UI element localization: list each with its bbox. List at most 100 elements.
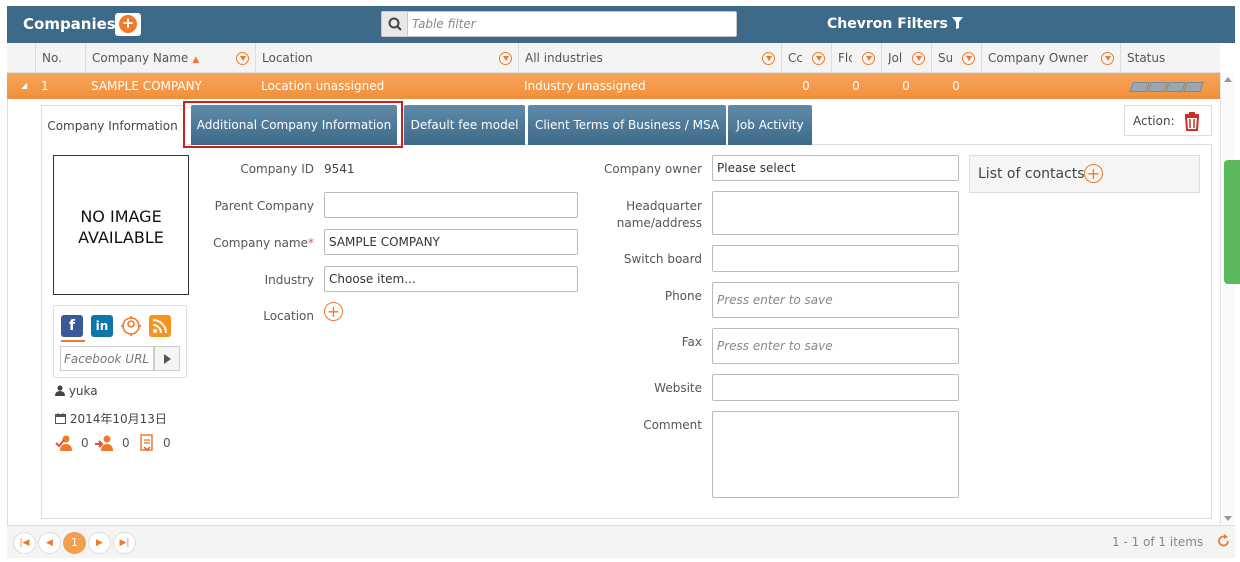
first-page-icon[interactable]: |◀ [13, 532, 36, 554]
row-c4: 0 [952, 79, 960, 93]
filter-icon[interactable] [236, 52, 249, 65]
next-page-icon[interactable]: ▶ [88, 532, 111, 554]
add-contact-icon[interactable]: + [1084, 164, 1103, 183]
column-no[interactable]: No. [35, 43, 85, 73]
created-date: 2014年10月13日 [55, 410, 167, 427]
filter-icon[interactable] [962, 52, 975, 65]
parent-company-input[interactable] [324, 192, 578, 218]
column-location[interactable]: Location [255, 43, 518, 73]
row-location: Location unassigned [261, 79, 385, 93]
company-logo-placeholder[interactable]: NO IMAGE AVAILABLE [53, 155, 189, 295]
calendar-icon [55, 413, 66, 424]
column-c2[interactable]: Flc [831, 43, 881, 73]
candidate-forward-icon[interactable] [95, 434, 115, 452]
table-filter [381, 11, 737, 37]
scroll-up-icon[interactable] [1224, 77, 1232, 82]
row-number: 1 [41, 79, 49, 93]
page-title: Companies [23, 15, 116, 33]
current-page[interactable]: 1 [63, 532, 86, 554]
column-company-owner[interactable]: Company Owner [981, 43, 1120, 73]
company-owner-select[interactable]: Please select [712, 155, 959, 181]
active-social-indicator [61, 340, 85, 342]
candidate-check-icon[interactable] [55, 434, 75, 452]
location-label: Location [263, 309, 314, 323]
required-mark: * [308, 236, 314, 250]
row-c2: 0 [852, 79, 860, 93]
search-icon [388, 17, 402, 31]
created-by: yuka [55, 384, 98, 398]
filter-icon[interactable] [812, 52, 825, 65]
table-row[interactable]: ◢ 1 SAMPLE COMPANY Location unassigned I… [7, 73, 1220, 99]
filter-icon[interactable] [912, 52, 925, 65]
chevron-filters-button[interactable]: Chevron Filters [827, 16, 963, 32]
comment-input[interactable] [712, 411, 959, 498]
document-icon[interactable] [139, 434, 155, 452]
side-panel-tab[interactable] [1224, 160, 1240, 284]
tab-default-fee-model[interactable]: Default fee model [404, 105, 525, 145]
company-name-input[interactable] [324, 229, 578, 255]
submit-url-button[interactable] [154, 346, 180, 371]
column-status[interactable]: Status [1120, 43, 1220, 73]
add-company-button[interactable]: + [115, 13, 141, 36]
tab-client-terms[interactable]: Client Terms of Business / MSA [528, 105, 726, 145]
website-label: Website [654, 381, 702, 395]
column-industry[interactable]: All industries [518, 43, 781, 73]
funnel-icon [951, 17, 963, 29]
switchboard-input[interactable] [712, 245, 959, 272]
website-input[interactable] [712, 374, 959, 401]
refresh-icon[interactable] [1217, 534, 1230, 548]
plus-icon: + [119, 15, 137, 33]
headquarter-label: Headquarter name/address [616, 199, 702, 230]
chevron-filters-label: Chevron Filters [827, 16, 948, 32]
status-chevrons [1129, 81, 1204, 92]
parent-company-label: Parent Company [214, 199, 314, 213]
row-industry: Industry unassigned [524, 79, 646, 93]
fax-input[interactable] [712, 328, 959, 364]
user-icon [55, 385, 65, 396]
row-company-name: SAMPLE COMPANY [91, 79, 202, 93]
facebook-icon[interactable]: f [61, 315, 83, 337]
prev-page-icon[interactable]: ◀ [38, 532, 61, 554]
last-page-icon[interactable]: ▶| [113, 532, 136, 554]
scroll-down-icon[interactable] [1224, 516, 1232, 521]
comment-label: Comment [643, 418, 702, 432]
column-company-name[interactable]: Company Name ▲ [85, 43, 255, 73]
headquarter-input[interactable] [712, 191, 959, 235]
trash-icon[interactable] [1183, 112, 1201, 131]
company-id-label: Company ID [240, 162, 314, 176]
facebook-url-input[interactable] [60, 346, 154, 371]
filter-icon[interactable] [762, 52, 775, 65]
phone-input[interactable] [712, 282, 959, 318]
company-id-value: 9541 [324, 162, 355, 176]
action-button[interactable]: Action: [1124, 105, 1212, 136]
industry-select[interactable]: Choose item... [324, 266, 578, 292]
pager: |◀ ◀ 1 ▶ ▶| 1 - 1 of 1 items [7, 525, 1235, 558]
company-name-label: Company name* [213, 236, 314, 250]
phone-label: Phone [664, 289, 702, 303]
tab-job-activity[interactable]: Job Activity [728, 105, 812, 145]
highlight-box [183, 101, 403, 148]
column-c1[interactable]: Cc [781, 43, 831, 73]
pager-info: 1 - 1 of 1 items [1112, 535, 1204, 549]
rss-icon[interactable] [149, 315, 171, 337]
grid-header: No. Company Name ▲ Location All industrie… [7, 43, 1220, 73]
row-c1: 0 [802, 79, 810, 93]
companies-header: Companies + Chevron Filters [7, 6, 1235, 43]
vertical-scrollbar[interactable] [1220, 73, 1235, 525]
add-location-icon[interactable]: + [324, 302, 343, 321]
filter-icon[interactable] [1101, 52, 1114, 65]
column-expand [7, 43, 35, 73]
filter-icon[interactable] [499, 52, 512, 65]
column-c3[interactable]: Jol [881, 43, 931, 73]
search-button[interactable] [382, 12, 408, 36]
linkedin-icon[interactable]: in [91, 315, 113, 337]
list-of-contacts: List of contacts + [969, 155, 1200, 193]
industry-label: Industry [264, 273, 314, 287]
column-c4[interactable]: Su [931, 43, 981, 73]
tab-company-information[interactable]: Company Information [41, 105, 184, 145]
collapse-arrow-icon[interactable]: ◢ [15, 73, 27, 99]
target-icon[interactable] [120, 315, 142, 337]
filter-icon[interactable] [862, 52, 875, 65]
switchboard-label: Switch board [623, 252, 702, 266]
table-filter-input[interactable] [412, 15, 730, 33]
